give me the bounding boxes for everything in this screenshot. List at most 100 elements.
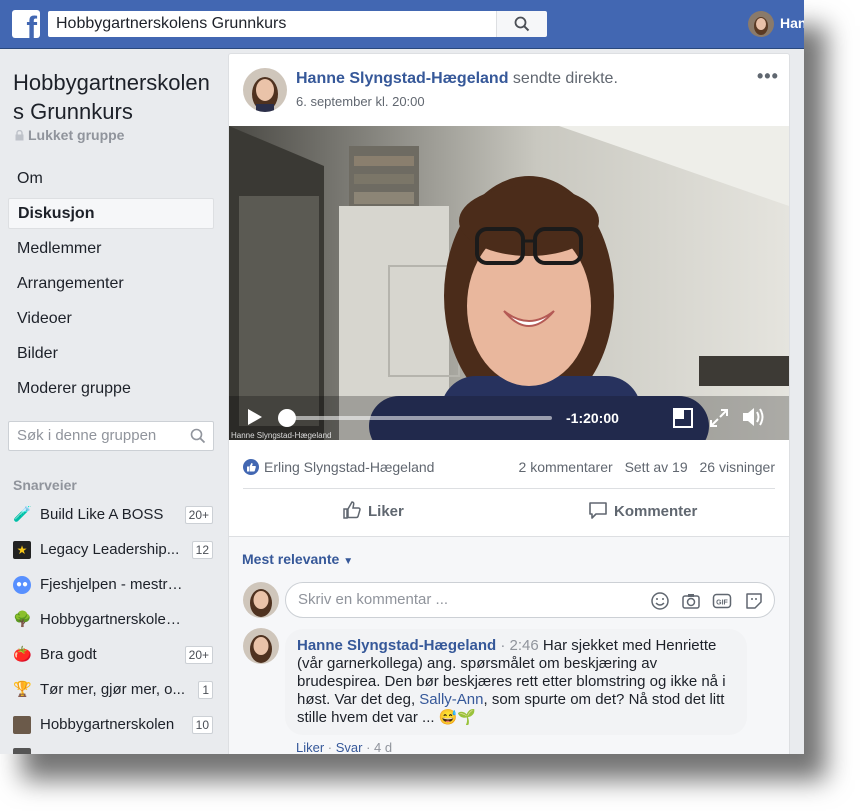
comment-label: Kommenter: [614, 503, 698, 520]
flask-icon: 🧪: [13, 506, 32, 523]
tree-icon: 🌳: [13, 611, 32, 628]
post-card: Hanne Slyngstad-Hægeland sendte direkte.…: [228, 53, 790, 754]
shortcut-badge: 1: [198, 681, 213, 699]
comment-count-link[interactable]: 2 kommentarer: [519, 459, 613, 475]
shortcut-badge: 12: [191, 541, 213, 559]
search-button[interactable]: [496, 11, 547, 37]
nav-item-videoer[interactable]: Videoer: [8, 303, 214, 334]
top-navigation-bar: f Hobbygartnerskolens Grunnkurs Hanne: [0, 0, 804, 49]
post-stats: 2 kommentarer Sett av 19 26 visninger: [511, 459, 775, 475]
profile-name-link[interactable]: Hanne: [780, 15, 804, 31]
mention-link[interactable]: Sally-Ann: [419, 691, 483, 708]
comment-reply-link[interactable]: Svar: [336, 740, 363, 754]
shortcut-item[interactable]: 🍅 Bra godt 20+: [13, 642, 213, 666]
shortcut-label: Build Like A BOSS: [40, 506, 164, 523]
shortcut-badge: 10: [191, 716, 213, 734]
comment-icon: [589, 502, 607, 519]
user-avatar[interactable]: [748, 11, 774, 37]
svg-text:GIF: GIF: [716, 600, 728, 607]
liker-name-link[interactable]: Erling Slyngstad-Hægeland: [264, 459, 434, 475]
like-reaction-icon[interactable]: [243, 459, 259, 475]
comment-input[interactable]: [298, 591, 618, 608]
comment-like-link[interactable]: Liker: [296, 740, 324, 754]
shortcut-item[interactable]: ●● Fjeshjelpen - mestre F...: [13, 572, 213, 596]
author-avatar[interactable]: [243, 68, 287, 112]
group-icon: ●●: [13, 576, 31, 594]
shortcut-item[interactable]: Hobbygartnerskolen 10: [13, 712, 213, 736]
like-button[interactable]: Liker: [342, 500, 404, 520]
trophy-icon: 🏆: [13, 681, 32, 698]
shortcut-badge: 20+: [184, 646, 213, 664]
thumbs-up-icon: [343, 501, 361, 519]
seen-by-link[interactable]: Sett av 19: [625, 459, 688, 475]
comment-actions: Liker · Svar · 4 d: [296, 740, 393, 754]
comment-author-link[interactable]: Hanne Slyngstad-Hægeland: [297, 637, 496, 654]
emoji-icon[interactable]: [650, 591, 670, 611]
search-query: Hobbygartnerskolens Grunnkurs: [56, 15, 287, 32]
picture-in-picture-icon[interactable]: [673, 408, 693, 428]
star-icon: ★: [13, 541, 31, 559]
shortcut-icon: [13, 748, 31, 754]
tomato-icon: 🍅: [13, 646, 32, 663]
facebook-logo-icon[interactable]: f: [12, 10, 40, 38]
video-progress-bar[interactable]: [287, 416, 552, 420]
nav-item-om[interactable]: Om: [8, 163, 214, 194]
lock-icon: [15, 129, 24, 141]
comment-button[interactable]: Kommenter: [588, 500, 697, 520]
comment-bubble: Hanne Slyngstad-Hægeland · 2:46 Har sjek…: [285, 629, 747, 735]
shortcut-item[interactable]: ★ Legacy Leadership... 12: [13, 537, 213, 561]
comment-composer[interactable]: GIF: [285, 582, 775, 618]
caret-down-icon: ▼: [343, 556, 354, 567]
like-label: Liker: [368, 503, 404, 520]
shortcut-label: Hobbygartnerskolens ...: [40, 611, 185, 628]
shortcut-label: Tør mer, gjør mer, o...: [40, 681, 185, 698]
group-title[interactable]: Hobbygartnerskolens Grunnkurs: [13, 68, 218, 126]
post-options-button[interactable]: •••: [757, 66, 779, 87]
comment-video-timestamp[interactable]: 2:46: [510, 637, 539, 654]
fullscreen-icon[interactable]: [709, 408, 729, 428]
gif-icon[interactable]: GIF: [712, 591, 732, 611]
volume-icon[interactable]: [741, 406, 765, 428]
photo-icon: [13, 716, 31, 734]
group-search-input[interactable]: [17, 427, 177, 444]
nav-item-arrangementer[interactable]: Arrangementer: [8, 268, 214, 299]
search-icon[interactable]: [190, 428, 206, 444]
sticker-icon[interactable]: [744, 591, 764, 611]
shortcut-label: Bra godt: [40, 646, 97, 663]
video-scrubber-handle[interactable]: [278, 409, 296, 427]
global-search-input[interactable]: Hobbygartnerskolens Grunnkurs: [48, 11, 496, 37]
video-remaining-time: -1:20:00: [566, 410, 619, 426]
group-privacy-label: Lukket gruppe: [15, 127, 124, 143]
video-frame: [229, 126, 789, 440]
separator-dot: ·: [500, 637, 510, 654]
post-author-link[interactable]: Hanne Slyngstad-Hægeland: [296, 70, 508, 87]
shortcut-label: Fjeshjelpen - mestre F...: [40, 576, 185, 593]
view-count: 26 visninger: [699, 459, 776, 475]
shortcut-label: Legacy Leadership...: [40, 541, 180, 558]
shortcut-item[interactable]: 🌳 Hobbygartnerskolens ...: [13, 607, 213, 631]
nav-item-medlemmer[interactable]: Medlemmer: [8, 233, 214, 264]
browser-window: f Hobbygartnerskolens Grunnkurs Hanne Ho…: [0, 0, 804, 754]
shortcut-item[interactable]: 🏆 Tør mer, gjør mer, o... 1: [13, 677, 213, 701]
commenter-avatar[interactable]: [243, 628, 279, 664]
shortcut-item[interactable]: 🧪 Build Like A BOSS 20+: [13, 502, 213, 526]
reaction-summary: Erling Slyngstad-Hægeland 2 kommentarer …: [243, 458, 775, 478]
nav-item-bilder[interactable]: Bilder: [8, 338, 214, 369]
nav-item-moderer-gruppe[interactable]: Moderer gruppe: [8, 373, 214, 404]
sort-label: Mest relevante: [242, 551, 340, 567]
nav-item-diskusjon[interactable]: Diskusjon: [8, 198, 214, 229]
post-action-text: sendte direkte.: [508, 70, 618, 87]
group-search-field[interactable]: [8, 421, 214, 451]
play-icon[interactable]: [247, 408, 263, 426]
comment-sort-dropdown[interactable]: Mest relevante ▼: [242, 551, 353, 567]
post-header: Hanne Slyngstad-Hægeland sendte direkte.: [296, 70, 618, 88]
camera-icon[interactable]: [681, 591, 701, 611]
comment-age[interactable]: 4 d: [374, 740, 392, 754]
shortcut-item[interactable]: [13, 744, 213, 754]
search-icon: [514, 16, 530, 32]
shortcuts-heading: Snarveier: [13, 477, 77, 493]
video-player[interactable]: [229, 126, 789, 440]
divider: [243, 488, 775, 489]
post-timestamp[interactable]: 6. september kl. 20:00: [296, 94, 425, 109]
shortcut-label: Hobbygartnerskolen: [40, 716, 175, 733]
